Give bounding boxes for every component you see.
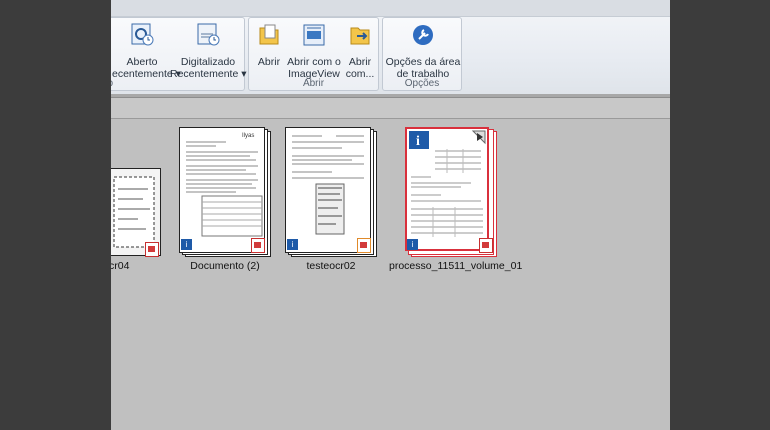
document-type-icon: i <box>407 239 418 250</box>
document-caption[interactable]: Documento (2) <box>177 260 273 272</box>
workspace-header-strip <box>111 98 670 119</box>
svg-text:i: i <box>416 134 420 149</box>
document-page <box>285 127 371 253</box>
text-page-preview: Ilyas <box>186 133 263 237</box>
group-label-recent: ho <box>111 78 244 89</box>
imageview-label-1: Abrir com o <box>287 56 341 68</box>
aberto-label-1: Aberto <box>126 56 158 68</box>
document-thumbnail-selected[interactable]: i i <box>405 127 499 259</box>
imageview-icon <box>303 24 325 46</box>
abrir-button[interactable]: Abrir <box>255 22 283 68</box>
ribbon-group-opcoes: Opções da área de trabalho Opções <box>382 17 462 91</box>
group-label-abrir: Abrir <box>302 78 325 89</box>
opcoes-label-1: Opções da área <box>385 56 461 68</box>
document-caption[interactable]: processo_11511_volume_01 <box>389 260 522 272</box>
document-thumbnail[interactable]: Ilyas i <box>179 127 273 259</box>
ribbon-tab-strip <box>111 0 670 17</box>
abrir-label: Abrir <box>257 56 281 68</box>
document-type-icon: i <box>181 239 192 250</box>
document-type-icon: i <box>287 239 298 250</box>
ribbon: Aberto ecentemente ▾ Digitalizado Recent… <box>111 0 670 94</box>
abrir-com-button[interactable]: Abrir com... <box>345 22 375 80</box>
ribbon-group-recent: Aberto ecentemente ▾ Digitalizado Recent… <box>111 17 246 91</box>
pdf-icon <box>145 242 159 257</box>
document-caption[interactable]: testeocr02 <box>283 260 379 272</box>
aberto-recentemente-button[interactable]: Aberto ecentemente ▾ <box>112 22 181 80</box>
group-label-opcoes: Opções <box>404 78 440 89</box>
pdf-icon <box>251 238 265 253</box>
table-page-preview: i <box>409 130 486 237</box>
form-page-preview <box>292 135 364 235</box>
document-thumbnail[interactable] <box>111 168 167 260</box>
document-page: Ilyas <box>179 127 265 253</box>
workspace-options-icon <box>413 25 433 45</box>
open-with-icon <box>350 27 370 45</box>
svg-text:Ilyas: Ilyas <box>242 133 254 139</box>
abrir-com-label-1: Abrir <box>348 56 372 68</box>
abrir-com-imageview-button[interactable]: Abrir com o ImageView <box>287 22 341 80</box>
image-file-icon <box>357 238 371 253</box>
ribbon-group-abrir: Abrir Abrir com o ImageView Abrir com... <box>248 17 379 91</box>
digitalizado-label-1: Digitalizado <box>180 56 236 68</box>
recent-scanned-icon <box>197 23 220 46</box>
pdf-icon <box>479 238 493 253</box>
document-caption[interactable]: cr04 <box>111 260 129 272</box>
document-thumbnail[interactable]: i <box>285 127 379 259</box>
app-window: Aberto ecentemente ▾ Digitalizado Recent… <box>111 0 670 430</box>
digitalizado-recentemente-button[interactable]: Digitalizado Recentemente ▾ <box>170 22 246 80</box>
recent-documents-icon <box>131 23 154 46</box>
document-page: i <box>405 127 489 251</box>
opcoes-area-trabalho-button[interactable]: Opções da área de trabalho <box>385 22 461 80</box>
open-folder-icon <box>259 24 279 45</box>
